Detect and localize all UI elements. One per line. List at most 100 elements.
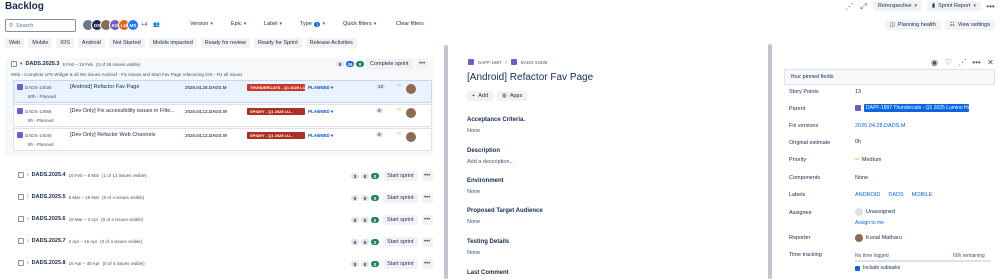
sprint-header[interactable]: › DADS.2025.6 19 Mar – 2 Apr (0 of 4 issues… (18, 216, 143, 222)
checkbox[interactable] (18, 172, 24, 178)
issue-fix-version[interactable]: 2025.04.13.DADS.W (185, 109, 227, 114)
close-icon[interactable]: ✕ (986, 58, 995, 67)
quick-filter-chip[interactable]: Android (77, 38, 105, 48)
epic-filter[interactable]: Epic ▾ (231, 21, 246, 27)
backlog-scrollbar[interactable] (444, 45, 448, 279)
issue-status[interactable]: PLANNED ▾ (308, 109, 333, 115)
story-points-badge[interactable]: 8 (376, 108, 383, 113)
more-icon[interactable]: ••• (421, 237, 433, 247)
like-icon[interactable]: ♡ (944, 58, 953, 67)
breadcrumb-issue[interactable]: DADS-14036 (521, 60, 548, 65)
apps-button[interactable]: ◍ Apps (497, 91, 528, 101)
planning-health-button[interactable]: ◫ Planning health (884, 20, 941, 30)
complete-sprint-button[interactable]: Complete sprint (366, 59, 413, 69)
detail-section-value[interactable]: None (467, 219, 480, 225)
issue-summary[interactable]: [Dev Only] Fix accessibility issues in F… (70, 108, 175, 114)
clear-filters-button[interactable]: Clear filters (396, 21, 424, 27)
sprint-report-button[interactable]: ▮ Sprint Report ▾ (927, 1, 981, 11)
components-value[interactable]: None (855, 175, 868, 181)
sprint-header[interactable]: › DADS.2025.7 2 Apr – 16 Apr (0 of 4 issues… (18, 238, 142, 244)
reporter-value[interactable]: Kunal Matharu (855, 234, 902, 242)
issue-epic-lozenge[interactable]: THUNDERCATS - Q1 2025 LU... (247, 84, 305, 91)
fix-version-link[interactable]: 2025.04.28.DADS.M (855, 123, 905, 129)
start-sprint-button[interactable]: Start sprint (383, 171, 418, 181)
quick-filter-chip[interactable]: Ready for Sprint (254, 38, 302, 48)
sprint-header[interactable]: › DADS.2025.5 5 Mar – 19 Mar (0 of 4 issues… (18, 194, 144, 200)
avatar[interactable]: MS (127, 19, 139, 31)
story-points-badge[interactable]: 8 (376, 132, 383, 137)
more-icon[interactable]: ••• (972, 58, 981, 67)
issue-title[interactable]: [Android] Refactor Fav Page (467, 72, 593, 83)
label-chip[interactable]: MOBILE (912, 192, 933, 198)
issue-fix-version[interactable]: 2025.04.13.DADS.W (185, 133, 227, 138)
issue-fix-version[interactable]: 2025.04.28.DADS.M (185, 85, 227, 90)
chevron-right-icon[interactable]: › (27, 260, 29, 266)
label-chip[interactable]: DADS (888, 192, 903, 198)
start-sprint-button[interactable]: Start sprint (383, 259, 418, 269)
checkbox[interactable] (11, 61, 17, 67)
original-estimate-value[interactable]: 0h (855, 139, 861, 145)
avatar[interactable] (406, 108, 416, 118)
share-icon[interactable]: ⋰ (845, 2, 854, 11)
chevron-right-icon[interactable]: › (27, 238, 29, 244)
include-subtasks-checkbox[interactable]: Include subtasks (855, 265, 900, 271)
issue-status[interactable]: PLANNED ▾ (308, 85, 333, 91)
quick-filter-chip[interactable]: Ready for review (200, 38, 251, 48)
checkbox[interactable] (18, 216, 24, 222)
quick-filter-chip[interactable]: Not Started (108, 38, 145, 48)
more-icon[interactable]: ••• (421, 215, 433, 225)
start-sprint-button[interactable]: Start sprint (383, 237, 418, 247)
story-points-badge[interactable]: 13 (376, 84, 386, 89)
type-filter[interactable]: Type 1 ▾ (300, 21, 325, 27)
issue-status[interactable]: PLANNED ▾ (308, 133, 333, 139)
sprint-row[interactable]: › DADS.2025.7 2 Apr – 16 Apr (0 of 4 issues… (5, 236, 433, 250)
sprint-header[interactable]: › DADS.2025.8 16 Apr – 30 Apr (0 of 4 issue… (18, 260, 145, 266)
more-icon[interactable]: ••• (416, 59, 428, 69)
search-input[interactable]: ⚲ Search (5, 19, 76, 32)
issue-epic-lozenge[interactable]: SPIDEY - Q1 2025 LU... (247, 108, 305, 115)
story-points-value[interactable]: 13 (855, 89, 861, 95)
more-icon[interactable]: ••• (986, 2, 995, 11)
issue-key[interactable]: DADS-14046 (17, 132, 52, 138)
avatars-more[interactable]: +4 (141, 22, 147, 28)
sprint-row[interactable]: › DADS.2025.8 16 Apr – 30 Apr (0 of 4 issue… (5, 258, 433, 272)
sprint-row[interactable]: › DADS.2025.6 19 Mar – 2 Apr (0 of 4 issues… (5, 214, 433, 228)
labels-value[interactable]: ANDROID DADS MOBILE (855, 192, 937, 198)
issue-summary[interactable]: [Android] Refactor Fav Page (70, 84, 139, 90)
detail-scrollbar[interactable] (768, 44, 772, 279)
quick-filters[interactable]: Quick filters ▾ (343, 21, 376, 27)
active-sprint-header[interactable]: ▾ DADS.2025.3 5 Feb – 19 Feb (3 of 36 is… (11, 61, 141, 67)
add-people-icon[interactable]: 👥 (153, 22, 160, 28)
chevron-right-icon[interactable]: › (27, 172, 29, 178)
retrospective-button[interactable]: Retrospective ▾ (872, 1, 923, 11)
quick-filter-chip[interactable]: Mobile (28, 38, 53, 48)
sprint-row[interactable]: › DADS.2025.5 5 Mar – 19 Mar (0 of 4 issues… (5, 192, 433, 206)
more-icon[interactable]: ••• (421, 171, 433, 181)
priority-value[interactable]: ═ Medium (855, 157, 881, 163)
issue-key[interactable]: DADS-13958 (17, 108, 52, 114)
checkbox[interactable] (18, 194, 24, 200)
view-settings-button[interactable]: ☷ View settings (944, 20, 995, 30)
start-sprint-button[interactable]: Start sprint (383, 193, 418, 203)
quick-filter-chip[interactable]: Web (5, 38, 25, 48)
breadcrumb-parent[interactable]: DAPF-1897 (478, 60, 502, 65)
assignee-value[interactable]: Unassigned (855, 208, 895, 216)
label-chip[interactable]: ANDROID (855, 192, 880, 198)
sprint-header[interactable]: › DADS.2025.4 19 Feb – 5 Mar (1 of 13 issue… (18, 172, 147, 178)
quick-filter-chip[interactable]: Release Activities (305, 38, 357, 48)
version-filter[interactable]: Version ▾ (190, 21, 213, 27)
detail-section-value[interactable]: None (467, 250, 480, 256)
more-icon[interactable]: ••• (421, 259, 433, 269)
parent-value[interactable]: DAPF-1897 Thundercats - Q1 2025 Lumino H… (855, 104, 969, 112)
detail-section-value[interactable]: Add a description... (467, 159, 514, 165)
share-icon[interactable]: ⋰ (958, 58, 967, 67)
chevron-right-icon[interactable]: › (27, 194, 29, 200)
more-icon[interactable]: ••• (421, 193, 433, 203)
expand-icon[interactable]: ⤢ (859, 2, 868, 11)
pinned-fields-header[interactable]: Your pinned fields (784, 69, 995, 85)
chevron-right-icon[interactable]: › (27, 216, 29, 222)
chevron-down-icon[interactable]: ▾ (20, 61, 23, 67)
quick-filter-chip[interactable]: IOS (56, 38, 74, 48)
issue-summary[interactable]: [Dev Only] Refactor Web Channels (70, 132, 156, 138)
add-button[interactable]: + Add (467, 91, 494, 101)
